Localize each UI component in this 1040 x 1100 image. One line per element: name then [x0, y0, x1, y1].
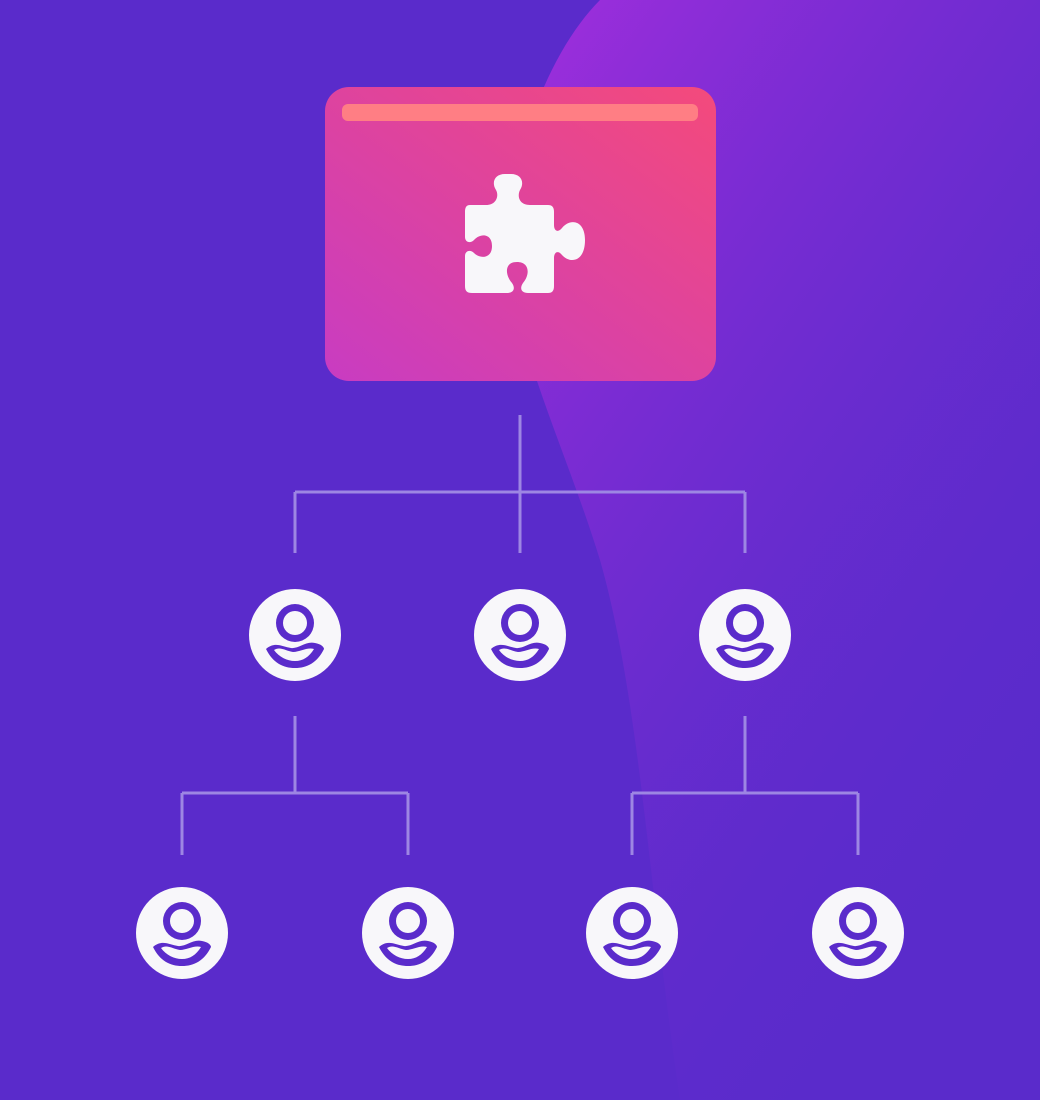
user-avatar-icon [249, 589, 341, 681]
root-node [325, 87, 716, 381]
root-card-top-bar [342, 104, 698, 121]
user-avatar-icon [699, 589, 791, 681]
user-avatar-icon [362, 887, 454, 979]
user-avatar-icon [586, 887, 678, 979]
user-avatar-icon [474, 589, 566, 681]
user-avatar-icon [812, 887, 904, 979]
hierarchy-diagram [0, 0, 1040, 1100]
diagram-canvas [0, 0, 1040, 1100]
user-avatar-icon [136, 887, 228, 979]
